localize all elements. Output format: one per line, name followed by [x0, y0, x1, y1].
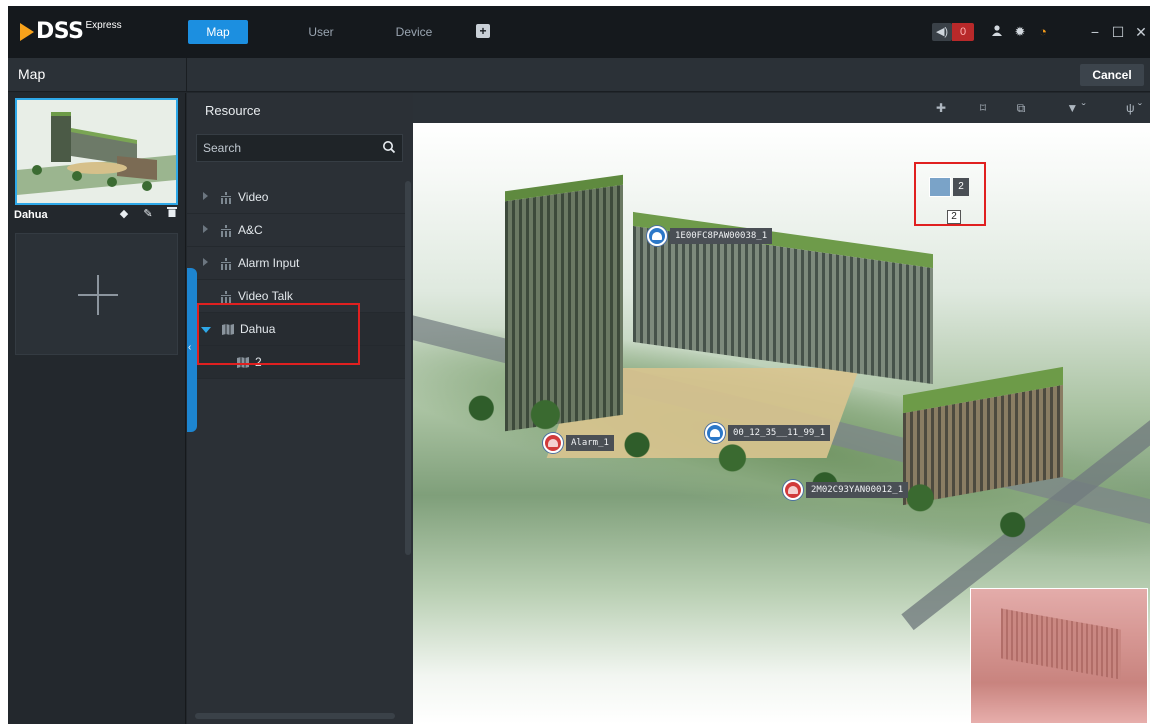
map-name-label: Dahua — [14, 209, 48, 221]
add-map-button[interactable] — [15, 233, 178, 355]
map-thumbnail-image — [17, 100, 176, 203]
device-camera[interactable]: 1E00FC8PAW00038_1 — [647, 226, 773, 246]
tree-item-ac[interactable]: A&C — [187, 214, 405, 247]
delete-icon[interactable] — [164, 206, 180, 222]
map-header-bar: Map Cancel — [8, 58, 1150, 92]
submap-icon — [929, 177, 951, 197]
submap-badge: 2 — [953, 178, 969, 196]
edit-icon[interactable]: ✎ — [140, 206, 156, 222]
maximize-button[interactable]: ☐ — [1109, 22, 1127, 42]
map-node-icon — [222, 324, 234, 335]
cancel-button[interactable]: Cancel — [1080, 64, 1144, 86]
org-icon — [221, 192, 231, 204]
expand-arrow-icon[interactable] — [203, 192, 208, 200]
device-label: 2M02C93YAN00012_1 — [806, 482, 909, 498]
expand-arrow-icon[interactable] — [203, 225, 208, 233]
alarm-icon — [543, 433, 563, 453]
horizontal-scrollbar[interactable] — [195, 713, 395, 719]
device-door[interactable]: 00_12_35__11_99_1 — [705, 423, 831, 443]
add-tab-icon[interactable]: + — [476, 24, 490, 38]
tree-item-alarm-input[interactable]: Alarm Input — [187, 247, 405, 280]
device-alarm[interactable]: Alarm_1 — [543, 433, 614, 453]
header-divider — [186, 58, 187, 92]
device-label: 00_12_35__11_99_1 — [728, 425, 831, 441]
map-actions: ◆ ✎ — [116, 206, 180, 222]
minimize-button[interactable]: − — [1086, 22, 1104, 42]
org-icon — [221, 225, 231, 237]
tree-item-label: Video — [238, 190, 269, 204]
search-box — [196, 134, 403, 162]
page-title: Map — [18, 66, 46, 82]
device-alarm[interactable]: 2M02C93YAN00012_1 — [783, 480, 909, 500]
tree-item-label: A&C — [238, 223, 263, 237]
logo-subtitle: Express — [85, 20, 122, 31]
device-label: Alarm_1 — [566, 435, 614, 451]
tab-user[interactable]: User — [296, 20, 346, 44]
tree-item-video[interactable]: Video — [187, 181, 405, 214]
map-node-icon — [237, 357, 249, 368]
tree-item-label: Video Talk — [238, 289, 293, 303]
alarm-icon — [783, 480, 803, 500]
tools-dropdown-icon[interactable]: ψ ˇ — [1119, 99, 1149, 117]
alarm-count-badge[interactable]: 0 — [952, 23, 974, 41]
logo-mark-icon — [20, 23, 34, 41]
map-toolbar: ✚ ⌑ ⧉ ▼ ˇ ψ ˇ — [413, 93, 1150, 123]
camera-icon — [647, 226, 667, 246]
map-thumbnail[interactable] — [15, 98, 178, 205]
org-icon — [221, 291, 231, 303]
submap-name-label: 2 — [947, 210, 961, 224]
resource-tree: Video A&C Alarm Input Video Talk Dahua 2 — [187, 181, 405, 379]
device-label: 1E00FC8PAW00038_1 — [670, 228, 773, 244]
top-bar: DSS Express Map User Device + ◀) 0 ✹ ◔ −… — [8, 6, 1150, 58]
search-icon[interactable] — [382, 140, 396, 154]
tab-device[interactable]: Device — [384, 20, 444, 44]
door-icon — [705, 423, 725, 443]
logo-text: DSS — [36, 19, 84, 44]
expand-arrow-icon[interactable] — [203, 258, 208, 266]
tree-item-video-talk[interactable]: Video Talk — [187, 280, 405, 313]
tab-map[interactable]: Map — [188, 20, 248, 44]
vertical-scrollbar[interactable] — [405, 181, 411, 555]
app-logo: DSS Express — [20, 20, 122, 44]
fit-icon[interactable]: ⧉ — [1011, 99, 1031, 117]
minimap-viewport[interactable] — [971, 589, 1147, 723]
submap-hotspot[interactable]: 2 — [929, 177, 969, 197]
tree-item-label: 2 — [255, 355, 262, 369]
map-list-panel: Dahua ◆ ✎ — [8, 93, 186, 724]
search-input[interactable] — [197, 135, 377, 161]
gear-icon[interactable]: ✹ — [1011, 22, 1029, 42]
sound-icon[interactable]: ◀) — [932, 23, 952, 41]
close-button[interactable]: ✕ — [1132, 22, 1150, 42]
resource-panel: Resource Video A&C Alarm Input — [187, 93, 413, 724]
collapse-arrow-icon[interactable] — [201, 327, 211, 333]
filter-dropdown-icon[interactable]: ▼ ˇ — [1061, 99, 1091, 117]
plus-icon-vertical — [97, 275, 99, 315]
chevron-left-icon: ‹ — [188, 342, 192, 353]
tree-item-label: Alarm Input — [238, 256, 300, 270]
tree-item-submap-2[interactable]: 2 — [187, 346, 405, 379]
user-icon[interactable] — [988, 22, 1006, 42]
tree-item-dahua-map[interactable]: Dahua — [187, 313, 405, 346]
tag-icon[interactable]: ◆ — [116, 206, 132, 222]
org-icon — [221, 258, 231, 270]
pan-icon[interactable]: ✚ — [931, 99, 951, 117]
resource-title: Resource — [205, 103, 261, 118]
tree-item-label: Dahua — [240, 322, 276, 336]
select-area-icon[interactable]: ⌑ — [973, 99, 993, 117]
performance-icon[interactable]: ◔ — [1034, 22, 1052, 42]
minimap[interactable] — [970, 588, 1148, 724]
panel-collapse-handle[interactable]: ‹ — [187, 268, 197, 432]
